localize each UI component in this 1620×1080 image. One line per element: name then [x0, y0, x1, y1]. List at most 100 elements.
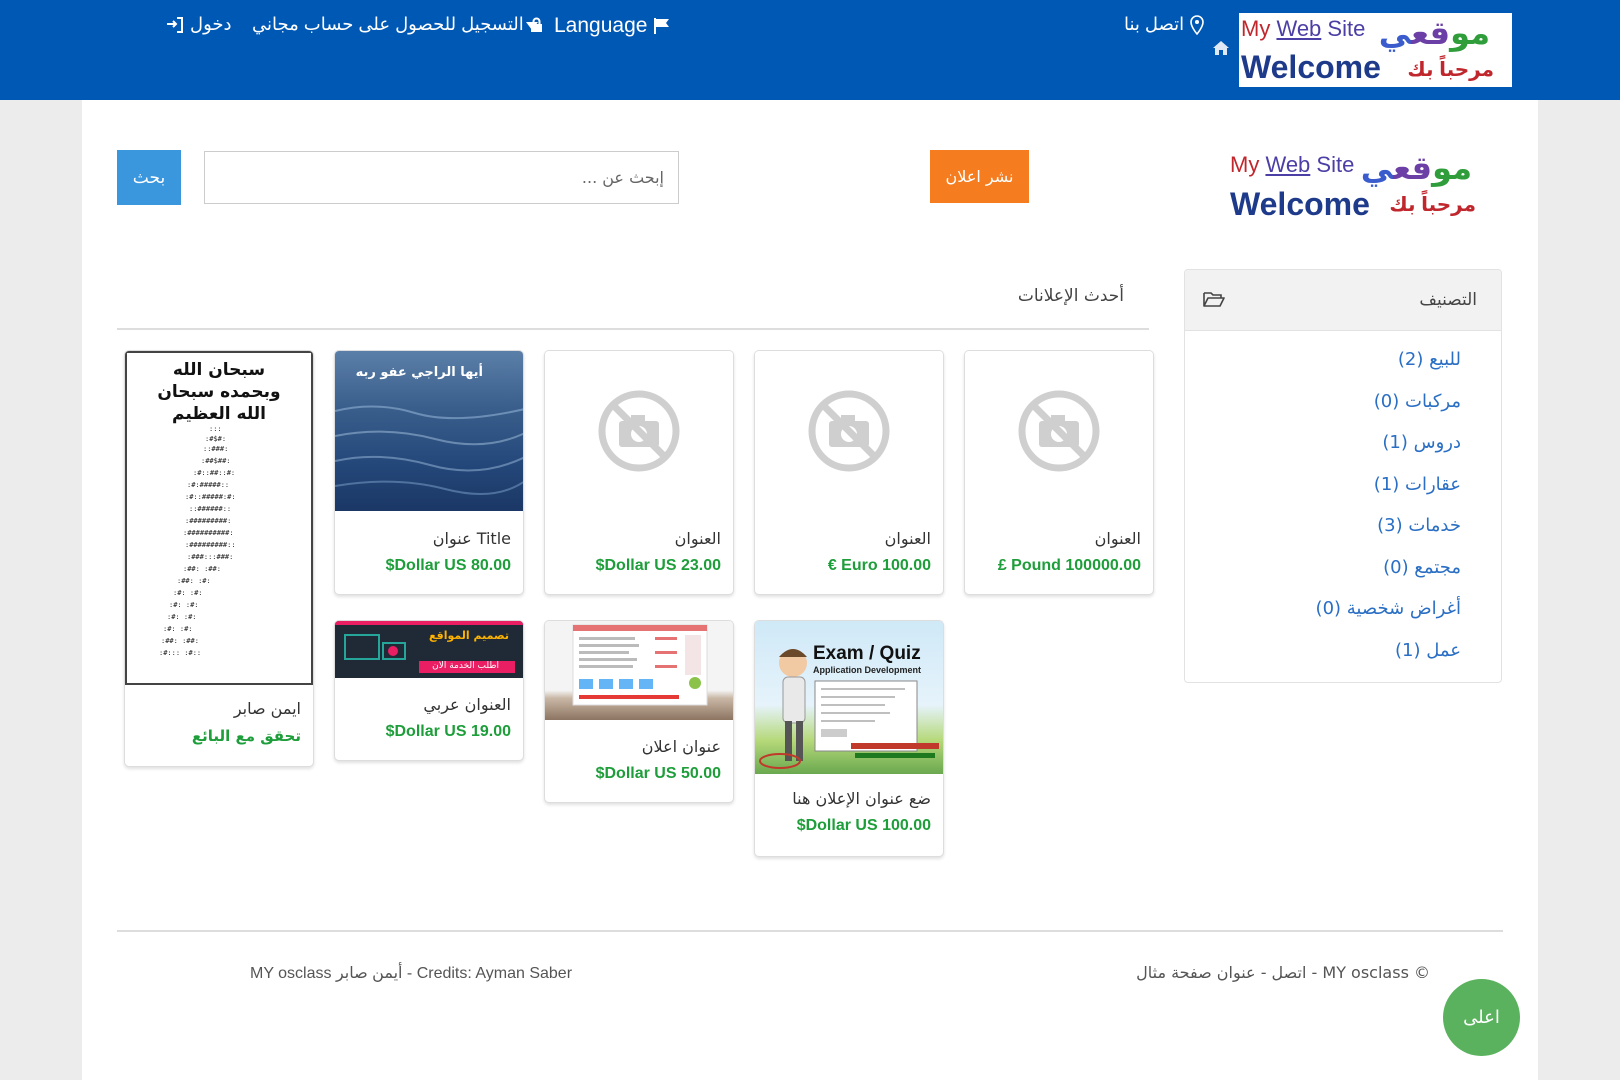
listing-title: العنوان: [884, 529, 931, 548]
listing-card[interactable]: Exam / Quiz Application Development ضع ع…: [754, 620, 944, 857]
back-to-top-button[interactable]: اعلى: [1443, 979, 1520, 1056]
home-icon[interactable]: [1212, 40, 1230, 56]
footer-credits: MY osclass أيمن صابر - Credits: Ayman Sa…: [250, 965, 573, 982]
footer-links[interactable]: © MY osclass - اتصل - عنوان صفحة مثال: [1136, 963, 1430, 982]
contact-link[interactable]: اتصل بنا: [1124, 14, 1204, 35]
login-label: دخول: [190, 14, 232, 34]
publish-ad-button[interactable]: نشر اعلان: [930, 150, 1029, 203]
listing-card[interactable]: العنوان € Euro 100.00: [754, 350, 944, 595]
no-camera-icon: [598, 390, 680, 472]
logo-arabic-sub: مرحباً بك: [1389, 194, 1476, 216]
listing-card[interactable]: العنوان $Dollar US 23.00: [544, 350, 734, 595]
categories-panel: التصنيف للبيع (2) مركبات (0) دروس (1) عق…: [1184, 269, 1502, 683]
language-dropdown[interactable]: Language: [526, 14, 671, 38]
listing-photo: سبحان الله وبحمده سبحان الله العظيم ::::…: [125, 351, 313, 685]
no-camera-icon: [1018, 390, 1100, 472]
listing-card[interactable]: العنوان £ Pound 100000.00: [964, 350, 1154, 595]
listing-title: Title عنوان: [432, 529, 511, 548]
listing-title: العنوان: [674, 529, 721, 548]
svg-text::##########:: :##########:: [183, 529, 234, 537]
image-subcaption: اطلب الخدمة الان: [432, 661, 499, 671]
no-image-placeholder: [755, 351, 943, 511]
category-list: للبيع (2) مركبات (0) دروس (1) عقارات (1)…: [1185, 331, 1501, 681]
image-subcaption: Application Development: [813, 665, 922, 675]
svg-text::##$##:: :##$##:: [201, 457, 231, 465]
website-screenshot-image: [572, 624, 708, 706]
listing-card[interactable]: سبحان الله وبحمده سبحان الله العظيم ::::…: [124, 350, 314, 767]
listing-title: العنوان عربي: [423, 695, 511, 714]
category-item-services[interactable]: خدمات (3): [1185, 515, 1501, 557]
logo-welcome: Welcome: [1241, 49, 1381, 85]
listing-price: € Euro 100.00: [827, 557, 931, 574]
category-item-community[interactable]: مجتمع (0): [1185, 557, 1501, 599]
category-item-jobs[interactable]: عمل (1): [1185, 640, 1501, 682]
latest-listings-title: أحدث الإعلانات: [1017, 286, 1124, 306]
svg-text::#: :#:: :#: :#:: [163, 625, 193, 633]
category-item-vehicles[interactable]: مركبات (0): [1185, 391, 1501, 433]
listing-price: £ Pound 100000.00: [997, 557, 1141, 574]
svg-text::#::: :#::: :#::: :#::: [159, 649, 201, 657]
listing-price: $Dollar US 80.00: [385, 557, 511, 574]
no-image-placeholder: [965, 351, 1153, 511]
divider: [117, 328, 1149, 330]
header-logo[interactable]: My Web Site Welcome موقعي مرحباً بك: [1239, 13, 1512, 87]
svg-text::##: :##:: :##: :##:: [183, 565, 221, 573]
listing-card[interactable]: عنوان اعلان $Dollar US 50.00: [544, 620, 734, 803]
flag-icon: [654, 18, 670, 34]
svg-text::#:#####::: :#:#####::: [187, 481, 229, 489]
logo-english: My Web Site: [1241, 16, 1366, 41]
listing-card[interactable]: تصميم المواقع اطلب الخدمة الان العنوان ع…: [334, 620, 524, 761]
svg-text:::###:: ::###:: [203, 445, 228, 453]
language-label: Language: [554, 14, 648, 37]
svg-text:::######::: ::######::: [189, 505, 231, 513]
register-label: التسجيل للحصول على حساب مجاني: [252, 14, 524, 34]
svg-text::#: :#:: :#: :#:: [169, 601, 199, 609]
chevron-down-icon: [526, 22, 538, 30]
no-image-placeholder: [545, 351, 733, 511]
calligraphy-figure-image: ::::#$#:::###: :##$##::#::##::#::#:#####…: [159, 425, 236, 657]
listing-photo: Exam / Quiz Application Development: [755, 621, 943, 774]
contact-label: اتصل بنا: [1124, 14, 1185, 34]
folder-open-icon: [1203, 292, 1225, 307]
no-camera-icon: [808, 390, 890, 472]
listing-title: العنوان: [1094, 529, 1141, 548]
image-caption: تصميم المواقع: [429, 629, 509, 642]
listing-price: $Dollar US 50.00: [595, 765, 721, 782]
search-button[interactable]: بحث: [117, 150, 181, 205]
logo-english: My Web Site: [1230, 152, 1355, 177]
listing-photo: أيها الراجي عفو ربه: [335, 351, 523, 511]
image-caption: أيها الراجي عفو ربه: [355, 365, 483, 380]
listing-price: $Dollar US 100.00: [796, 817, 931, 834]
category-item-for-sale[interactable]: للبيع (2): [1185, 349, 1501, 391]
listing-price: $Dollar US 23.00: [595, 557, 721, 574]
listing-title: ايمن صابر: [233, 699, 301, 718]
svg-text::#########::: :#########::: [185, 541, 236, 549]
listing-title: عنوان اعلان: [641, 737, 721, 756]
logo-arabic-sub: مرحباً بك: [1407, 59, 1494, 81]
categories-title: التصنيف: [1419, 290, 1477, 310]
logo-arabic: موقعي: [1360, 150, 1472, 186]
image-caption: سبحان الله وبحمده سبحان الله العظيم: [157, 360, 281, 424]
login-link[interactable]: دخول: [166, 14, 232, 35]
footer-divider: [117, 930, 1503, 932]
image-caption: Exam / Quiz: [813, 643, 921, 664]
category-item-real-estate[interactable]: عقارات (1): [1185, 474, 1501, 516]
listing-card[interactable]: أيها الراجي عفو ربه Title عنوان $Dollar …: [334, 350, 524, 595]
category-item-personals[interactable]: أغراض شخصية (0): [1185, 598, 1501, 640]
listing-photo: تصميم المواقع اطلب الخدمة الان: [335, 621, 523, 678]
top-navbar: دخول التسجيل للحصول على حساب مجاني Langu…: [0, 0, 1620, 100]
category-item-classes[interactable]: دروس (1): [1185, 432, 1501, 474]
map-marker-icon: [1190, 14, 1204, 35]
svg-text::###:::###:: :###:::###:: [187, 553, 233, 561]
search-input[interactable]: [204, 151, 679, 204]
logo-arabic: موقعي: [1378, 15, 1490, 51]
svg-text::#: :#:: :#: :#:: [173, 589, 203, 597]
svg-text::::: :::: [209, 425, 222, 433]
listing-title: ضع عنوان الإعلان هنا: [792, 789, 931, 808]
site-logo[interactable]: My Web Site Welcome موقعي مرحباً بك: [1228, 148, 1494, 224]
logo-welcome: Welcome: [1230, 186, 1370, 222]
sign-in-icon: [167, 16, 183, 33]
svg-text::#: :#:: :#: :#:: [167, 613, 197, 621]
svg-text::##: :##:: :##: :##:: [161, 637, 199, 645]
register-link[interactable]: التسجيل للحصول على حساب مجاني: [252, 14, 543, 35]
